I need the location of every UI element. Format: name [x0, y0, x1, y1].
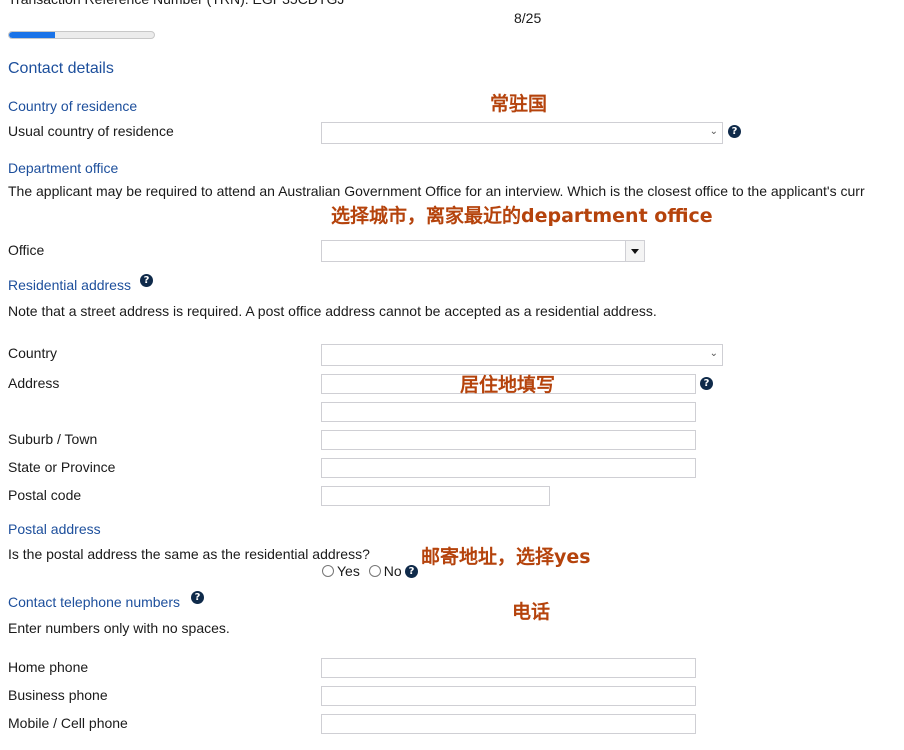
- country-label: Country: [8, 345, 58, 361]
- help-icon[interactable]: ?: [140, 274, 153, 287]
- telephone-note: Enter numbers only with no spaces.: [8, 620, 230, 636]
- chevron-down-icon: ⌄: [709, 126, 718, 137]
- help-icon[interactable]: ?: [191, 591, 204, 604]
- postal-code-input[interactable]: [321, 486, 550, 506]
- annotation-office: 选择城市，离家最近的department office: [331, 205, 713, 227]
- section-title: Contact details: [8, 60, 114, 77]
- state-label: State or Province: [8, 459, 116, 475]
- trn-text: Transaction Reference Number (TRN): EGP3…: [8, 0, 344, 7]
- postal-address-question: Is the postal address the same as the re…: [8, 546, 370, 562]
- usual-country-label: Usual country of residence: [8, 123, 174, 139]
- annotation-postal: 邮寄地址，选择yes: [421, 546, 591, 568]
- progress-bar: [8, 31, 155, 39]
- mobile-phone-input[interactable]: [321, 714, 696, 734]
- annotation-residence: 居住地填写: [460, 374, 556, 396]
- postal-same-radio-group: Yes No: [322, 563, 407, 579]
- page-count: 8/25: [514, 10, 542, 26]
- residential-address-heading: Residential address: [8, 277, 131, 293]
- office-label: Office: [8, 242, 45, 258]
- help-icon[interactable]: ?: [405, 565, 418, 578]
- usual-country-select[interactable]: ⌄: [321, 122, 723, 144]
- chevron-down-icon: ⌄: [709, 348, 718, 359]
- mobile-phone-label: Mobile / Cell phone: [8, 715, 128, 731]
- postal-code-label: Postal code: [8, 487, 82, 503]
- home-phone-input[interactable]: [321, 658, 696, 678]
- department-office-description: The applicant may be required to attend …: [8, 183, 865, 199]
- radio-yes-label: Yes: [337, 563, 360, 579]
- department-office-heading: Department office: [8, 160, 119, 176]
- country-of-residence-heading: Country of residence: [8, 98, 138, 114]
- radio-no-circle[interactable]: [368, 565, 381, 577]
- annotation-country: 常驻国: [490, 93, 548, 115]
- country-select[interactable]: ⌄: [321, 344, 723, 366]
- progress-fill: [9, 32, 56, 38]
- telephone-heading: Contact telephone numbers: [8, 594, 180, 610]
- business-phone-label: Business phone: [8, 687, 108, 703]
- help-icon[interactable]: ?: [728, 125, 741, 138]
- radio-yes[interactable]: Yes: [322, 563, 360, 579]
- dropdown-arrow-icon[interactable]: [625, 241, 644, 261]
- address-line2-input[interactable]: [321, 402, 696, 422]
- suburb-label: Suburb / Town: [8, 431, 98, 447]
- radio-no-label: No: [383, 563, 402, 579]
- help-icon[interactable]: ?: [700, 377, 713, 390]
- postal-address-heading: Postal address: [8, 521, 101, 537]
- annotation-phone: 电话: [512, 601, 551, 623]
- address-label: Address: [8, 375, 60, 391]
- residential-address-note: Note that a street address is required. …: [8, 303, 657, 319]
- home-phone-label: Home phone: [8, 659, 89, 675]
- office-select[interactable]: [321, 240, 645, 262]
- business-phone-input[interactable]: [321, 686, 696, 706]
- radio-yes-circle[interactable]: [322, 565, 334, 577]
- suburb-input[interactable]: [321, 430, 696, 450]
- state-input[interactable]: [321, 458, 696, 478]
- radio-no[interactable]: No: [368, 563, 402, 579]
